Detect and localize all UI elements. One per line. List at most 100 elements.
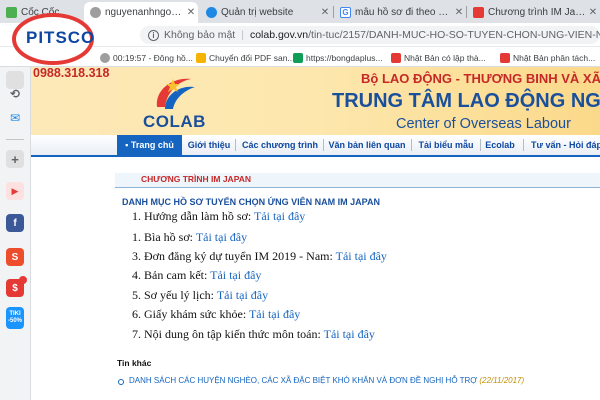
list-item: 6. Giấy khám sức khỏe: Tải tại đây [132,307,300,322]
nav-forms[interactable]: Tải biểu mẫu [415,135,477,155]
news-link[interactable]: DANH SÁCH CÁC HUYỆN NGHÈO, CÁC XÃ ĐẶC BI… [129,376,524,385]
shopee-icon[interactable]: S [6,248,24,266]
divider: | [241,29,244,41]
globe-icon [206,7,217,18]
download-link[interactable]: Tải tại đây [324,327,375,341]
google-icon: G [340,7,351,18]
close-icon[interactable]: ✕ [452,7,466,18]
list-item: 1. Hướng dẫn làm hồ sơ: Tải tại đây [132,209,305,224]
bookmark-item[interactable]: Nhật Bản phân tách... [500,51,595,64]
tab-im-japan[interactable]: Chương trình IM Japan ✕ [467,2,600,23]
nav-ecolab[interactable]: Ecolab [483,135,517,155]
bookmark-item[interactable]: Nhật Bản có lập thà... [391,51,486,64]
nav-about[interactable]: Giới thiệu [185,135,233,155]
news-icon [391,52,401,63]
bookmark-icon [293,52,303,63]
history-icon[interactable]: ⟲ [6,85,24,103]
list-item-label: 1. Hướng dẫn làm hồ sơ: [132,209,252,223]
tab-strip: Cốc Cốc nguyenanhngoc.vn/hu ✕ Quản trị w… [0,0,600,23]
bookmark-label: Nhật Bản có lập thà... [404,52,486,63]
list-item: 3. Đơn đăng ký dự tuyển IM 2019 - Nam: T… [132,249,387,264]
tab-title: Quản trị website [221,7,294,18]
news-title: DANH SÁCH CÁC HUYỆN NGHÈO, CÁC XÃ ĐẶC BI… [129,376,478,385]
browser-window: Cốc Cốc nguyenanhngoc.vn/hu ✕ Quản trị w… [0,0,600,400]
tab-title: Chương trình IM Japan [488,7,586,18]
divider [323,139,324,151]
list-item: 1. Bìa hồ sơ: Tải tại đây [132,230,247,245]
site-title: TRUNG TÂM LAO ĐỘNG NGOÀI NƯ [332,90,600,112]
bookmark-label: Chuyển đổi PDF san... [209,52,295,63]
close-icon[interactable]: ✕ [586,7,600,18]
sendo-icon[interactable]: $ [6,276,27,297]
tab-title: mẫu hồ sơ đi theo chư [355,7,452,18]
bookmark-label: 00:19:57 - Đông hồ... [113,52,193,63]
page-icon [90,7,101,18]
close-icon[interactable]: ✕ [184,7,198,18]
list-item-label: 1. Bìa hồ sơ: [132,230,194,244]
list-item-label: 6. Giấy khám sức khỏe: [132,307,247,321]
tab-google-search[interactable]: G mẫu hồ sơ đi theo chư ✕ [334,2,466,23]
list-item-label: 4. Bản cam kết: [132,268,208,282]
bullet-icon [118,379,124,385]
bookmark-label: Nhật Bản phân tách... [513,52,596,63]
list-item: 4. Bản cam kết: Tải tại đây [132,268,261,283]
site-subtitle: Center of Overseas Labour [396,116,571,132]
address-bar[interactable]: i Không bảo mật | colab.gov.vn /tin-tuc/… [140,26,600,44]
coccoc-icon [6,7,17,18]
download-link[interactable]: Tải tại đây [217,288,268,302]
close-icon[interactable]: ✕ [318,7,332,18]
url-host: colab.gov.vn [249,29,309,41]
site-logo-text: COLAB [143,112,206,131]
divider [480,139,481,151]
colab-logo-icon [156,78,195,109]
article-heading: DANH MỤC HỒ SƠ TUYỂN CHỌN ỨNG VIÊN NAM I… [122,197,380,207]
youtube-icon[interactable]: ▶ [6,182,24,200]
main-nav: ▪ Trang chủ Giới thiệu Các chương trình … [31,135,600,157]
bookmark-item[interactable]: 00:19:57 - Đông hồ... [100,51,193,64]
nav-documents[interactable]: Văn bản liên quan [327,135,407,155]
download-link[interactable]: Tải tại đây [196,230,247,244]
news-icon [500,52,510,63]
divider [523,139,524,151]
divider [411,139,412,151]
tab-title: nguyenanhngoc.vn/hu [105,7,184,18]
divider [235,139,236,151]
tab-nguyenanhngoc[interactable]: nguyenanhngoc.vn/hu ✕ [84,2,198,23]
tiki-icon[interactable]: TIKI -50% [6,307,24,329]
add-icon[interactable]: + [6,150,24,168]
download-link[interactable]: Tải tại đây [249,307,300,321]
nav-label: Trang chủ [130,140,174,150]
info-icon[interactable]: i [148,29,159,41]
news-date: (22/11/2017) [479,376,525,385]
site-header: COLAB Bộ LAO ĐỘNG - THƯƠNG BINH VÀ XÃ HỘ… [31,67,600,135]
pdf-icon [196,52,206,63]
nav-faq[interactable]: Tư vấn - Hỏi đáp [531,135,600,155]
ministry-title: Bộ LAO ĐỘNG - THƯƠNG BINH VÀ XÃ HỘ [361,71,600,86]
download-link[interactable]: Tải tại đây [210,268,261,282]
bookmark-item[interactable]: https://bongdaplus... [293,51,383,64]
pitsco-brand: PITSCO [26,28,96,47]
list-item-label: 5. Sơ yếu lý lịch: [132,288,215,302]
nav-home[interactable]: ▪ Trang chủ [117,135,182,155]
browser-sidebar: ⟲ ✉ + ▶ f S $ TIKI -50% [0,67,31,400]
hotline-number: 0988.318.318 [33,66,110,80]
notification-badge [19,276,27,284]
nav-programs[interactable]: Các chương trình [239,135,321,155]
list-item-label: 3. Đơn đăng ký dự tuyển IM 2019 - Nam: [132,249,333,263]
bookmark-label: https://bongdaplus... [306,52,383,63]
web-page: COLAB Bộ LAO ĐỘNG - THƯƠNG BINH VÀ XÃ HỘ… [31,67,600,400]
messenger-icon[interactable]: ✉ [6,109,24,127]
download-link[interactable]: Tải tại đây [336,249,387,263]
bookmark-item[interactable]: Chuyển đổi PDF san... [196,51,295,64]
security-label: Không bảo mật [164,29,236,41]
colab-icon [473,7,484,18]
tab-quan-tri[interactable]: Quản trị website ✕ [200,2,332,23]
section-header: CHƯƠNG TRÌNH IM JAPAN [115,173,600,188]
facebook-icon[interactable]: f [6,214,24,232]
list-item: 7. Nội dung ôn tập kiến thức môn toán: T… [132,327,375,342]
clock-icon [100,52,110,63]
list-item: 5. Sơ yếu lý lịch: Tải tại đây [132,288,268,303]
list-item-label: 7. Nội dung ôn tập kiến thức môn toán: [132,327,321,341]
url-path: /tin-tuc/2157/DANH-MUC-HO-SO-TUYEN-CHON-… [308,29,600,41]
download-link[interactable]: Tải tại đây [254,209,305,223]
